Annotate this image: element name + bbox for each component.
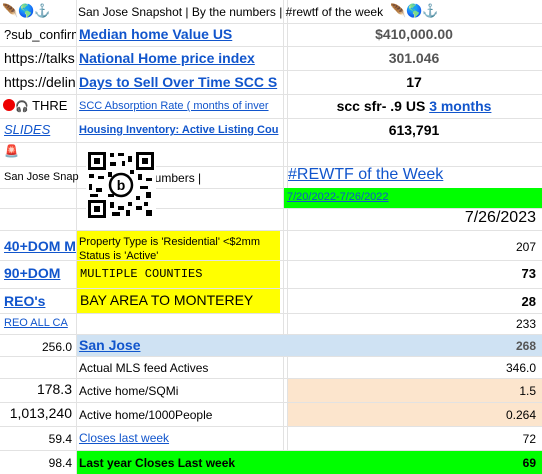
link-3-months[interactable]: 3 months (429, 98, 491, 114)
absorption-text: scc sfr- .9 US (336, 98, 426, 114)
value-233: 233 (515, 317, 536, 331)
anchor-icon: ⚓ (422, 3, 439, 18)
sqmi-label: Active home/SQMi (79, 384, 179, 398)
link-rewtf-heading[interactable]: #REWTF of the Week (288, 166, 538, 184)
headphones-icon: 🎧 (15, 101, 29, 113)
value-median-home: $410,000.00 (375, 26, 453, 42)
link-date-range[interactable]: 7/20/2022-7/26/2022 (284, 188, 542, 208)
anchor-icon: ⚓ (34, 3, 51, 18)
sheet-title[interactable]: San Jose Snapshot | By the numbers | #re… (78, 5, 408, 23)
red-circle-icon (3, 99, 15, 111)
thre-label: THRE (32, 98, 68, 113)
siren-icon: 🚨 (4, 144, 19, 158)
link-scc-absorption[interactable]: SCC Absorption Rate ( months of inver (79, 100, 283, 112)
cell-256: 256.0 (41, 340, 72, 354)
cell-98: 98.4 (48, 456, 72, 470)
cell-snap-b[interactable]: numbers | (148, 171, 268, 185)
people-label: Active home/1000People (79, 408, 213, 422)
value-home-price-index: 301.046 (388, 50, 440, 66)
link-90-dom[interactable]: 90+DOM (4, 265, 76, 281)
value-268: 268 (515, 339, 536, 353)
pin-icon: 🪶 (390, 3, 407, 18)
link-reo-all-ca[interactable]: REO ALL CA (4, 317, 76, 329)
property-type-box: Property Type is 'Residential' <$2mm Sta… (77, 231, 280, 260)
qr-code[interactable]: b (86, 150, 156, 220)
cell-talks-url[interactable]: https://talks (4, 50, 76, 66)
value-absorption: scc sfr- .9 US 3 months (288, 98, 540, 114)
link-housing-inventory[interactable]: Housing Inventory: Active Listing Cou (79, 124, 283, 136)
last-year-label: Last year Closes Last week (79, 456, 236, 470)
title-icons-left: 🪶🌎⚓ (2, 3, 76, 21)
property-type-text: Property Type is 'Residential' <$2mm (79, 236, 260, 248)
bay-area-box: BAY AREA TO MONTEREY (77, 289, 280, 313)
cell-sub-confirm[interactable]: ?sub_confirm (4, 27, 76, 42)
cell-178: 178.3 (36, 381, 72, 397)
cell-59: 59.4 (48, 432, 72, 446)
link-40-dom[interactable]: 40+DOM M (4, 238, 76, 254)
link-median-home-value[interactable]: Median home Value US (79, 26, 283, 42)
cell-thre[interactable]: 🎧 THRE (3, 98, 76, 113)
value-73: 73 (521, 266, 536, 281)
cell-date: 7/26/2023 (464, 209, 536, 226)
value-207: 207 (515, 240, 536, 254)
value-mls-actives: 346.0 (505, 361, 536, 375)
value-people: 0.264 (505, 408, 536, 422)
value-days-to-sell: 17 (406, 74, 422, 90)
mls-actives-label: Actual MLS feed Actives (79, 361, 209, 375)
link-closes-last-week[interactable]: Closes last week (79, 431, 283, 445)
link-slides[interactable]: SLIDES (4, 122, 76, 137)
pin-icon: 🪶 (2, 3, 19, 18)
status-text: Status is 'Active' (79, 250, 159, 260)
cell-population: 1,013,240 (9, 405, 72, 421)
cell-delin-url[interactable]: https://delin (4, 74, 76, 90)
link-san-jose[interactable]: San Jose (79, 337, 279, 353)
value-closes: 72 (522, 432, 536, 446)
value-28: 28 (521, 294, 536, 309)
svg-text:b: b (117, 177, 126, 193)
cell-snap-a[interactable]: San Jose Snap (4, 171, 86, 183)
globe-icon: 🌎 (406, 3, 423, 18)
link-national-home-price[interactable]: National Home price index (79, 50, 283, 66)
globe-icon: 🌎 (18, 3, 35, 18)
value-last-year: 69 (522, 456, 536, 470)
multiple-counties-box: MULTIPLE COUNTIES (77, 261, 280, 288)
link-reos[interactable]: REO's (4, 293, 76, 309)
value-sqmi: 1.5 (519, 384, 536, 398)
title-icons-right: 🪶🌎⚓ (390, 3, 460, 21)
link-days-to-sell[interactable]: Days to Sell Over Time SCC S (79, 74, 283, 90)
value-housing-inventory: 613,791 (388, 122, 440, 138)
